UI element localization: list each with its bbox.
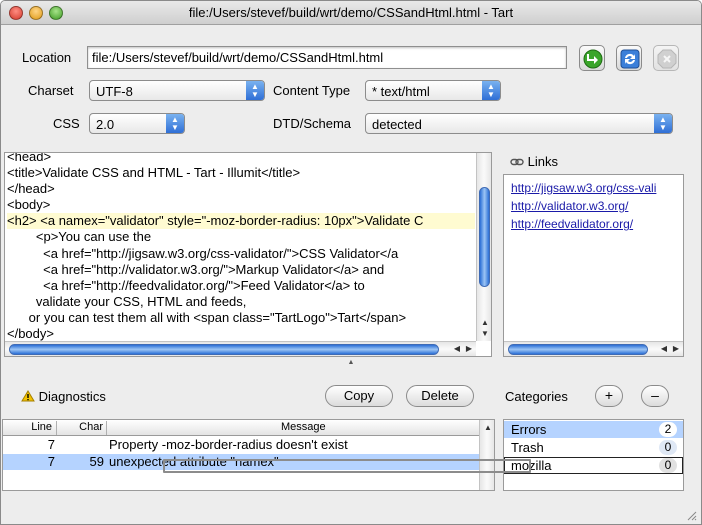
source-line: <h2> <a namex="validator" style="-moz-bo… xyxy=(7,213,475,230)
link-chain-icon xyxy=(510,158,524,166)
title-bar[interactable]: file:/Users/stevef/build/wrt/demo/CSSand… xyxy=(1,1,701,25)
delete-button[interactable]: Delete xyxy=(406,385,474,407)
css-label: CSS xyxy=(53,116,80,131)
link-item[interactable]: http://feedvalidator.org/ xyxy=(511,217,633,231)
dtd-schema-select[interactable]: detected ▲ ▼ xyxy=(365,113,673,134)
category-count-badge: 0 xyxy=(659,440,677,455)
category-name: Errors xyxy=(511,422,547,437)
add-category-button[interactable]: + xyxy=(595,385,623,407)
scroll-left-icon[interactable]: ◀ xyxy=(454,344,460,353)
stop-icon xyxy=(657,49,677,69)
source-line: <p>You can use the xyxy=(7,229,152,245)
css-version-select[interactable]: 2.0 ▲ ▼ xyxy=(89,113,185,134)
location-label: Location xyxy=(22,50,72,65)
refresh-icon xyxy=(620,49,640,69)
css-version-value: 2.0 xyxy=(96,117,115,132)
go-arrow-icon xyxy=(583,49,603,69)
categories-title: Categories xyxy=(505,389,568,404)
link-item[interactable]: http://jigsaw.w3.org/css-vali xyxy=(511,181,656,195)
category-name: Trash xyxy=(511,440,544,455)
charset-value: UTF-8 xyxy=(96,84,133,99)
source-editor[interactable]: <head> <title>Validate CSS and HTML - Tar… xyxy=(4,152,492,357)
source-line: </head> xyxy=(7,181,55,197)
drag-outline xyxy=(163,459,531,473)
cell-line: 7 xyxy=(47,454,55,469)
editor-vertical-scrollbar[interactable]: ▲ ▼ xyxy=(476,153,491,341)
scroll-down-icon[interactable]: ▼ xyxy=(481,329,489,338)
source-line: or you can test them all with <span clas… xyxy=(7,309,407,325)
refresh-button[interactable] xyxy=(616,45,642,71)
cell-message: Property -moz-border-radius doesn't exis… xyxy=(109,437,348,452)
source-line: <a href="http://validator.w3.org/">Marku… xyxy=(7,261,385,277)
diagnostics-vertical-scrollbar[interactable]: ▲ xyxy=(479,420,494,490)
remove-category-button[interactable]: – xyxy=(641,385,669,407)
scroll-right-icon[interactable]: ▶ xyxy=(466,344,472,353)
category-item-trash[interactable]: Trash 0 xyxy=(504,439,683,456)
editor-horizontal-thumb[interactable] xyxy=(9,344,439,355)
popup-arrows-icon: ▲ ▼ xyxy=(166,114,184,133)
column-header-char[interactable]: Char xyxy=(57,421,107,435)
stop-button[interactable] xyxy=(653,45,679,71)
popup-arrows-icon: ▲ ▼ xyxy=(246,81,264,100)
categories-list[interactable]: Errors 2 Trash 0 mozilla 0 xyxy=(503,419,684,491)
source-line: <head> xyxy=(7,152,52,164)
warning-icon xyxy=(21,390,35,402)
links-horizontal-thumb[interactable] xyxy=(508,344,648,355)
table-row[interactable]: 7 Property -moz-border-radius doesn't ex… xyxy=(3,437,480,453)
cell-char: 59 xyxy=(89,454,104,469)
source-line: </body> xyxy=(7,326,54,342)
source-line: <body> xyxy=(7,197,51,213)
scroll-up-icon[interactable]: ▲ xyxy=(484,423,492,432)
links-list[interactable]: http://jigsaw.w3.org/css-vali http://val… xyxy=(503,174,684,357)
window-title: file:/Users/stevef/build/wrt/demo/CSSand… xyxy=(188,5,514,20)
resize-grip-icon[interactable] xyxy=(685,509,697,521)
links-horizontal-scrollbar[interactable]: ◀ ▶ xyxy=(504,341,683,356)
go-button[interactable] xyxy=(579,45,605,71)
scroll-left-icon[interactable]: ◀ xyxy=(661,344,667,353)
scroll-right-icon[interactable]: ▶ xyxy=(673,344,679,353)
links-title: Links xyxy=(527,154,558,169)
links-header: Links xyxy=(510,154,558,169)
column-header-line[interactable]: Line xyxy=(3,421,57,435)
source-line: <a href="http://feedvalidator.org/">Feed… xyxy=(7,277,365,293)
source-line: <title>Validate CSS and HTML - Tart - Il… xyxy=(7,165,301,181)
dtd-label: DTD/Schema xyxy=(273,116,352,131)
source-line: validate your CSS, HTML and feeds, xyxy=(7,293,247,309)
copy-button[interactable]: Copy xyxy=(325,385,393,407)
source-line: <a href="http://jigsaw.w3.org/css-valida… xyxy=(7,245,399,261)
cell-line: 7 xyxy=(47,437,55,452)
splitter-handle[interactable]: ▲ xyxy=(1,359,701,368)
category-item-errors[interactable]: Errors 2 xyxy=(504,421,683,438)
content-type-label: Content Type xyxy=(273,83,351,98)
popup-arrows-icon: ▲ ▼ xyxy=(482,81,500,100)
scroll-up-icon[interactable]: ▲ xyxy=(481,318,489,327)
content-type-value: * text/html xyxy=(372,84,430,99)
editor-vertical-thumb[interactable] xyxy=(479,187,490,287)
location-field[interactable]: file:/Users/stevef/build/wrt/demo/CSSand… xyxy=(87,46,567,69)
editor-horizontal-scrollbar[interactable]: ◀ ▶ xyxy=(5,341,476,356)
charset-label: Charset xyxy=(28,83,74,98)
dtd-schema-value: detected xyxy=(372,117,422,132)
diagnostics-title: Diagnostics xyxy=(38,389,106,404)
popup-arrows-icon: ▲ ▼ xyxy=(654,114,672,133)
charset-select[interactable]: UTF-8 ▲ ▼ xyxy=(89,80,265,101)
table-header: Line Char Message xyxy=(3,420,480,436)
source-lines: <head> <title>Validate CSS and HTML - Tar… xyxy=(7,152,475,342)
content-type-select[interactable]: * text/html ▲ ▼ xyxy=(365,80,501,101)
link-item[interactable]: http://validator.w3.org/ xyxy=(511,199,628,213)
diagnostics-header: Diagnostics xyxy=(21,389,106,404)
category-count-badge: 2 xyxy=(659,422,677,437)
app-window: file:/Users/stevef/build/wrt/demo/CSSand… xyxy=(0,0,702,525)
category-count-badge: 0 xyxy=(659,458,677,473)
column-header-message[interactable]: Message xyxy=(107,421,480,435)
diagnostics-table[interactable]: Line Char Message 7 Property -moz-border… xyxy=(2,419,495,491)
